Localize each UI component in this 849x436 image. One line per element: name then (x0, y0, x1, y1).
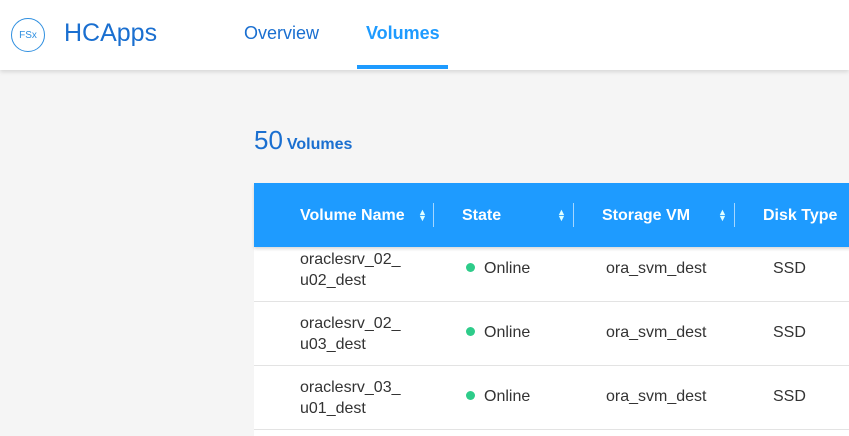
column-divider[interactable] (433, 203, 434, 227)
volume-count: 50 Volumes (254, 125, 352, 156)
volume-name[interactable]: oraclesrv_02_ u02_dest (300, 249, 401, 291)
table-row[interactable]: oraclesrv_02_ u02_dest Online ora_svm_des… (254, 247, 849, 302)
count-number: 50 (254, 125, 283, 155)
count-label: Volumes (286, 136, 353, 153)
fsx-logo-icon: FSx (11, 18, 45, 52)
storage-vm: ora_svm_dest (606, 324, 707, 341)
table-body: oraclesrv_02_ u02_dest Online ora_svm_des… (254, 247, 849, 436)
volume-name[interactable]: oraclesrv_03_ u01_dest (300, 377, 401, 419)
table-header: Volume Name ▲ ▼ State ▲ ▼ Storage VM ▲ ▼ Di… (254, 183, 849, 247)
column-divider[interactable] (734, 203, 735, 227)
disk-type: SSD (773, 324, 806, 341)
column-state[interactable]: State (462, 207, 501, 225)
tab-volumes[interactable]: Volumes (366, 23, 440, 44)
state-cell: Online (466, 260, 530, 278)
storage-vm: ora_svm_dest (606, 260, 707, 277)
sort-icon[interactable]: ▲ ▼ (557, 208, 566, 223)
sort-icon[interactable]: ▲ ▼ (418, 208, 427, 223)
online-status-dot-icon (466, 263, 475, 272)
column-divider[interactable] (573, 203, 574, 227)
online-status-dot-icon (466, 327, 475, 336)
volume-name[interactable]: oraclesrv_02_ u03_dest (300, 313, 401, 355)
logo-text: FSx (19, 29, 37, 41)
top-bar: FSx HCApps Overview Volumes (0, 0, 849, 70)
online-status-dot-icon (466, 391, 475, 400)
table-row[interactable]: oraclesrv_03_ u01_dest Online ora_svm_des… (254, 366, 849, 430)
column-storage-vm[interactable]: Storage VM (602, 207, 690, 225)
state-cell: Online (466, 388, 530, 406)
column-disk-type[interactable]: Disk Type (763, 207, 837, 225)
table-row[interactable]: oraclesrv_02_ u03_dest Online ora_svm_des… (254, 302, 849, 366)
disk-type: SSD (773, 388, 806, 405)
active-tab-indicator (357, 65, 448, 69)
sort-icon[interactable]: ▲ ▼ (718, 208, 727, 223)
disk-type: SSD (773, 260, 806, 277)
column-volume-name[interactable]: Volume Name (300, 207, 405, 225)
app-name: HCApps (64, 19, 158, 47)
storage-vm: ora_svm_dest (606, 388, 707, 405)
state-cell: Online (466, 324, 530, 342)
tab-overview[interactable]: Overview (244, 23, 319, 44)
